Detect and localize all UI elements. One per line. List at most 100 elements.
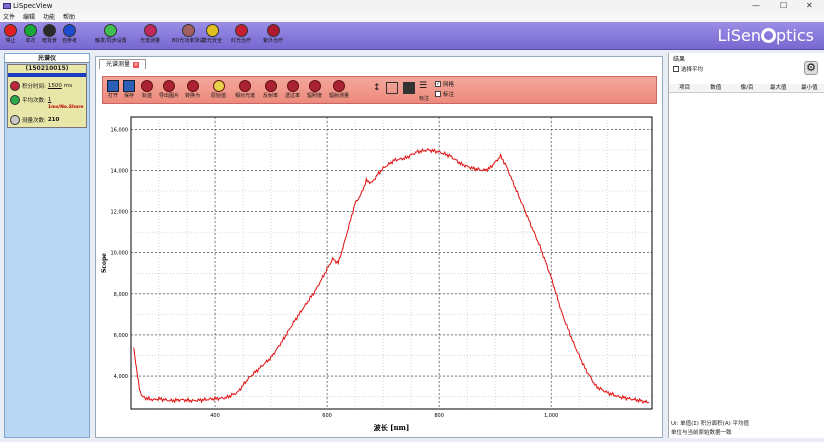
results-col-3: 最大值 (769, 85, 787, 91)
ribbon-button-5[interactable]: 原始值 (211, 80, 226, 100)
device-panel-title: 光谱仪 (5, 54, 89, 63)
spectrum-chart[interactable]: 4,000 6,000 8,000 10,000 12,000 14,000 16,000 4… (96, 107, 662, 437)
results-header: 项目 数值 像/百 最大值 最小值 (669, 84, 824, 93)
toolbar-button-4[interactable]: 触发/同步设置 (95, 24, 127, 48)
spectrum-panel: 光谱测量 × ↕ ☰ ✓ 网格 标注 打开 保存 轨迹 导出图片 转换为 原始值 相对光谱 反射率… (95, 56, 663, 438)
clock-icon (10, 80, 20, 91)
x-tick-label: 600 (322, 413, 332, 419)
toolbar-label-5: 光谱测量 (140, 38, 161, 44)
lisen-optics-logo: LiSen ptics (717, 26, 814, 45)
toolbar-label-7: 激光安全 (202, 38, 223, 44)
ribbon-label-10: 辐射测量 (329, 93, 350, 99)
ribbon-label-4: 转换为 (185, 93, 201, 99)
ribbon-button-4[interactable]: 转换为 (185, 80, 200, 100)
average-row: 平均次数: 1 (10, 93, 51, 106)
device-id: (150210015) (8, 65, 86, 73)
ribbon-button-0[interactable]: 打开 (107, 80, 119, 100)
integration-value[interactable]: 1500 (48, 83, 62, 89)
ribbon-button-3[interactable]: 导出图片 (159, 80, 179, 100)
count-row: 测量次数: 210 (10, 113, 59, 126)
mark-checkbox[interactable]: 标注 (435, 90, 454, 98)
y-axis-label: Scope (101, 253, 108, 273)
ribbon-label-2: 轨迹 (141, 93, 152, 99)
x-tick-label: 1,000 (544, 413, 558, 419)
ribbon-label-11[interactable]: 标注 (419, 95, 429, 102)
ribbon-button-9[interactable]: 辐照度 (307, 80, 322, 100)
counter-icon (10, 114, 20, 125)
toolbar-button-6[interactable]: BD光功率测试 (172, 24, 204, 48)
average-checkbox[interactable]: 选择平均 (673, 65, 703, 73)
plot-area (130, 116, 653, 410)
integration-unit: ms (63, 82, 73, 89)
ribbon-label-1: 保存 (123, 93, 134, 99)
toolbar-label-2: 暗背景 (42, 38, 58, 44)
ribbon-button-6[interactable]: 相对光谱 (235, 80, 255, 100)
device-panel: 光谱仪 (150210015) 积分时间: 1500 ms 平均次数: 1 1m… (4, 53, 90, 438)
ribbon-button-7[interactable]: 反射率 (263, 80, 278, 100)
ribbon-icon-6 (239, 80, 251, 92)
ribbon-button-8[interactable]: 透过率 (285, 80, 300, 100)
grid-checkbox[interactable]: ✓ 网格 (435, 80, 454, 88)
spectrum-ribbon: ↕ ☰ ✓ 网格 标注 打开 保存 轨迹 导出图片 转换为 原始值 相对光谱 反射率 透过率 辐照度… (102, 76, 657, 104)
gear-icon[interactable]: ⚙ (804, 61, 818, 75)
y-tick-label: 10,000 (111, 251, 129, 257)
ribbon-button-1[interactable]: 保存 (123, 80, 135, 100)
ribbon-icon-2 (141, 80, 153, 92)
toolbar-label-8: 红光治疗 (231, 38, 252, 44)
toolbar-label-1: 单次 (25, 38, 36, 44)
toolbar-button-1[interactable]: 单次 (24, 24, 37, 48)
ribbon-icon-7 (264, 80, 277, 92)
ribbon-button-2[interactable]: 轨迹 (141, 80, 153, 100)
results-panel: 结果 选择平均 ⚙ 项目 数值 像/百 最大值 最小值 Ui: 单值(Σ) 积分面积(A… (668, 53, 824, 438)
rate-text: 1ms/No.Share (48, 105, 84, 110)
results-footer-2: 单位与当前原始数据一致 (671, 430, 732, 436)
device-card[interactable]: (150210015) 积分时间: 1500 ms 平均次数: 1 1ms/No… (7, 64, 87, 128)
menu-help[interactable]: 帮助 (63, 13, 75, 22)
zoom-icon[interactable] (403, 82, 415, 94)
toolbar-icon-6 (181, 24, 195, 37)
ribbon-icon-3 (163, 80, 175, 92)
ribbon-icon-10 (333, 80, 345, 92)
results-title: 结果 (673, 56, 686, 63)
count-label: 测量次数: (22, 117, 46, 124)
resize-vertical-icon[interactable]: ↕ (373, 83, 381, 93)
integration-label: 积分时间: (22, 83, 46, 90)
toolbar-button-9[interactable]: 紫外治疗 (263, 24, 283, 48)
toolbar-icon-0 (4, 24, 17, 37)
title-bar: LiSpecView — ☐ ✕ (0, 0, 824, 13)
spectrum-plot-svg: 4,000 6,000 8,000 10,000 12,000 14,000 16,000 4… (101, 116, 653, 432)
results-col-2: 像/百 (740, 85, 754, 91)
ribbon-icon-5 (212, 80, 225, 92)
ribbon-icon-9 (308, 80, 321, 92)
ribbon-icon-4 (186, 80, 199, 92)
ribbon-label-0: 打开 (107, 93, 118, 99)
list-icon[interactable]: ☰ (419, 81, 427, 91)
ribbon-button-10[interactable]: 辐射测量 (329, 80, 349, 100)
y-tick-label: 8,000 (114, 292, 128, 298)
toolbar-icon-4 (104, 24, 118, 37)
menu-edit[interactable]: 编辑 (23, 13, 35, 22)
minimize-button[interactable]: — (752, 1, 760, 10)
toolbar-button-2[interactable]: 暗背景 (42, 24, 57, 48)
toolbar-label-3: 自参考 (62, 38, 78, 44)
y-tick-label: 6,000 (114, 333, 128, 339)
toolbar-button-5[interactable]: 光谱测量 (140, 24, 160, 48)
menu-file[interactable]: 文件 (3, 13, 15, 22)
toolbar-icon-2 (43, 24, 56, 37)
average-value[interactable]: 1 (48, 97, 52, 103)
fit-view-icon[interactable] (386, 82, 398, 94)
toolbar-label-6: BD光功率测试 (172, 38, 205, 44)
maximize-button[interactable]: ☐ (780, 1, 787, 10)
toolbar-button-0[interactable]: 停止 (4, 24, 17, 48)
toolbar-button-8[interactable]: 红光治疗 (231, 24, 251, 48)
tab-spectrum[interactable]: 光谱测量 × (99, 59, 147, 69)
toolbar-icon-3 (63, 24, 76, 37)
close-tab-icon[interactable]: × (133, 62, 140, 68)
toolbar-button-3[interactable]: 自参考 (62, 24, 77, 48)
y-tick-label: 12,000 (111, 210, 129, 216)
close-button[interactable]: ✕ (806, 1, 813, 10)
menu-function[interactable]: 功能 (43, 13, 55, 22)
window-title: LiSpecView (13, 2, 53, 10)
toolbar-label-4: 触发/同步设置 (95, 38, 127, 44)
toolbar-button-7[interactable]: 激光安全 (202, 24, 222, 48)
